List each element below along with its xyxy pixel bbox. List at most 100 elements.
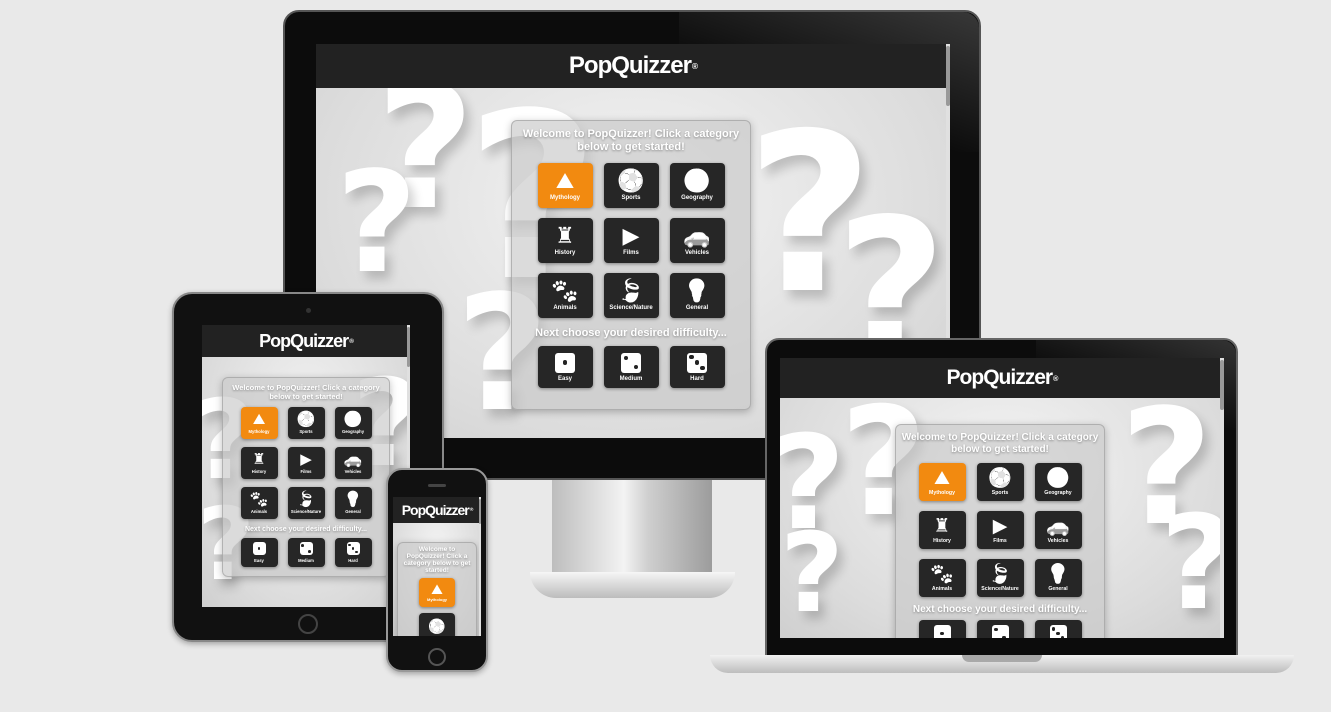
difficulty-tile-hard[interactable]: Hard [334, 538, 372, 567]
welcome-text: Welcome to PopQuizzer! Click a category … [901, 432, 1099, 455]
category-tile-sports[interactable]: ⚽ Sports [287, 407, 325, 439]
category-tile-animals[interactable]: 🐾 Animals [918, 559, 966, 597]
difficulty-tile-medium[interactable]: Medium [603, 346, 659, 388]
difficulty-tile-medium[interactable]: Medium [287, 538, 325, 567]
category-label: Mythology [248, 429, 270, 434]
category-label: Geography [341, 429, 365, 434]
die-three-icon [346, 542, 360, 555]
category-tile-general[interactable]: 💡 General [334, 487, 372, 519]
soccer-ball-icon: ⚽ [428, 618, 446, 635]
car-icon: 🚗 [683, 223, 711, 249]
leaf-icon: 🍃 [988, 562, 1012, 585]
category-label: Geography [681, 194, 713, 201]
brand-logo[interactable]: PopQuizzer [259, 331, 349, 352]
welcome-text: Welcome to PopQuizzer! Click a category … [403, 546, 471, 574]
paw-icon: 🐾 [551, 278, 579, 304]
category-label: Geography [1044, 489, 1072, 496]
category-tile-general[interactable]: 💡 General [669, 273, 725, 318]
category-label: Science/Nature [290, 509, 322, 514]
question-mark-bg: ? [336, 142, 418, 305]
category-tile-geography[interactable]: 🌍 Geography [334, 407, 372, 439]
die-two-icon [991, 625, 1009, 638]
brand-logo[interactable]: PopQuizzer [402, 502, 470, 518]
quiz-panel: Welcome to PopQuizzer! Click a category … [895, 424, 1105, 638]
soccer-ball-icon: ⚽ [988, 466, 1012, 489]
castle-icon: ♜ [555, 223, 575, 249]
soccer-ball-icon: ⚽ [296, 410, 316, 428]
question-mark-bg: ? [780, 509, 844, 637]
question-mark-bg: ? [1160, 498, 1224, 628]
category-label: Films [623, 249, 639, 256]
category-tile-films[interactable]: ▶ Films [603, 218, 659, 263]
paw-icon: 🐾 [249, 490, 269, 508]
die-two-icon [621, 352, 641, 373]
difficulty-tile-easy[interactable]: Easy [537, 346, 593, 388]
category-label: Animals [553, 304, 577, 311]
difficulty-label: Easy [254, 558, 264, 563]
difficulty-tile-hard[interactable]: Hard [1034, 620, 1082, 638]
difficulty-prompt: Next choose your desired difficulty... [535, 327, 727, 339]
scrollbar[interactable] [1220, 358, 1224, 638]
phone-home-button[interactable] [428, 648, 446, 666]
brand-logo[interactable]: PopQuizzer [569, 52, 692, 80]
globe-icon: 🌍 [343, 410, 363, 428]
quiz-panel: Welcome to PopQuizzer! Click a category … [511, 120, 751, 410]
category-tile-geography[interactable]: 🌍 Geography [1034, 463, 1082, 501]
globe-icon: 🌍 [1046, 466, 1070, 489]
category-tile-vehicles[interactable]: 🚗 Vehicles [669, 218, 725, 263]
app-header: PopQuizzer ® [780, 358, 1224, 398]
category-tile-history[interactable]: ♜ History [537, 218, 593, 263]
difficulty-tile-easy[interactable]: Easy [240, 538, 278, 567]
category-label: History [251, 469, 267, 474]
category-tile-vehicles[interactable]: 🚗 Vehicles [334, 447, 372, 479]
category-tile-science-nature[interactable]: 🍃 Science/Nature [603, 273, 659, 318]
die-two-icon [299, 542, 313, 555]
car-icon: 🚗 [1046, 514, 1070, 537]
difficulty-tile-hard[interactable]: Hard [669, 346, 725, 388]
category-tile-films[interactable]: ▶ Films [287, 447, 325, 479]
category-label: Mythology [550, 194, 580, 201]
difficulty-prompt: Next choose your desired difficulty... [244, 526, 367, 533]
lightbulb-icon: 💡 [683, 278, 711, 304]
scrollbar[interactable] [479, 497, 481, 636]
category-label: History [933, 537, 951, 544]
wizard-hat-icon: ⛰ [252, 410, 266, 428]
category-tile-science-nature[interactable]: 🍃 Science/Nature [287, 487, 325, 519]
category-label: Sports [299, 429, 313, 434]
category-tile-general[interactable]: 💡 General [1034, 559, 1082, 597]
category-tile-mythology[interactable]: ⛰ Mythology [537, 163, 593, 208]
category-tile-films[interactable]: ▶ Films [976, 511, 1024, 549]
difficulty-label: Easy [557, 375, 572, 382]
category-label: General [685, 304, 709, 311]
category-tile-sports[interactable]: ⚽ [419, 612, 455, 636]
castle-icon: ♜ [933, 514, 951, 537]
category-label: Science/Nature [981, 585, 1019, 592]
category-tile-mythology[interactable]: ⛰ Mythology [419, 578, 455, 607]
category-tile-animals[interactable]: 🐾 Animals [537, 273, 593, 318]
category-label: Vehicles [1047, 537, 1069, 544]
category-label: Sports [991, 489, 1009, 496]
die-three-icon [687, 352, 707, 373]
category-tile-science-nature[interactable]: 🍃 Science/Nature [976, 559, 1024, 597]
video-camera-icon: ▶ [992, 514, 1008, 537]
die-one-icon [933, 625, 951, 638]
category-tile-history[interactable]: ♜ History [918, 511, 966, 549]
laptop-notch [962, 655, 1042, 662]
category-label: Animals [250, 509, 268, 514]
category-tile-animals[interactable]: 🐾 Animals [240, 487, 278, 519]
category-tile-geography[interactable]: 🌍 Geography [669, 163, 725, 208]
category-label: General [345, 509, 361, 514]
category-tile-mythology[interactable]: ⛰ Mythology [240, 407, 278, 439]
category-tile-sports[interactable]: ⚽ Sports [976, 463, 1024, 501]
category-tile-sports[interactable]: ⚽ Sports [603, 163, 659, 208]
brand-logo[interactable]: PopQuizzer [947, 366, 1054, 390]
monitor-stand-base [530, 572, 735, 598]
globe-icon: 🌍 [683, 168, 711, 194]
difficulty-tile-easy[interactable]: Easy [918, 620, 966, 638]
difficulty-tile-medium[interactable]: Medium [976, 620, 1024, 638]
tablet-home-button[interactable] [298, 614, 318, 634]
category-tile-mythology[interactable]: ⛰ Mythology [918, 463, 966, 501]
category-tile-history[interactable]: ♜ History [240, 447, 278, 479]
category-tile-vehicles[interactable]: 🚗 Vehicles [1034, 511, 1082, 549]
wizard-hat-icon: ⛰ [431, 581, 443, 598]
